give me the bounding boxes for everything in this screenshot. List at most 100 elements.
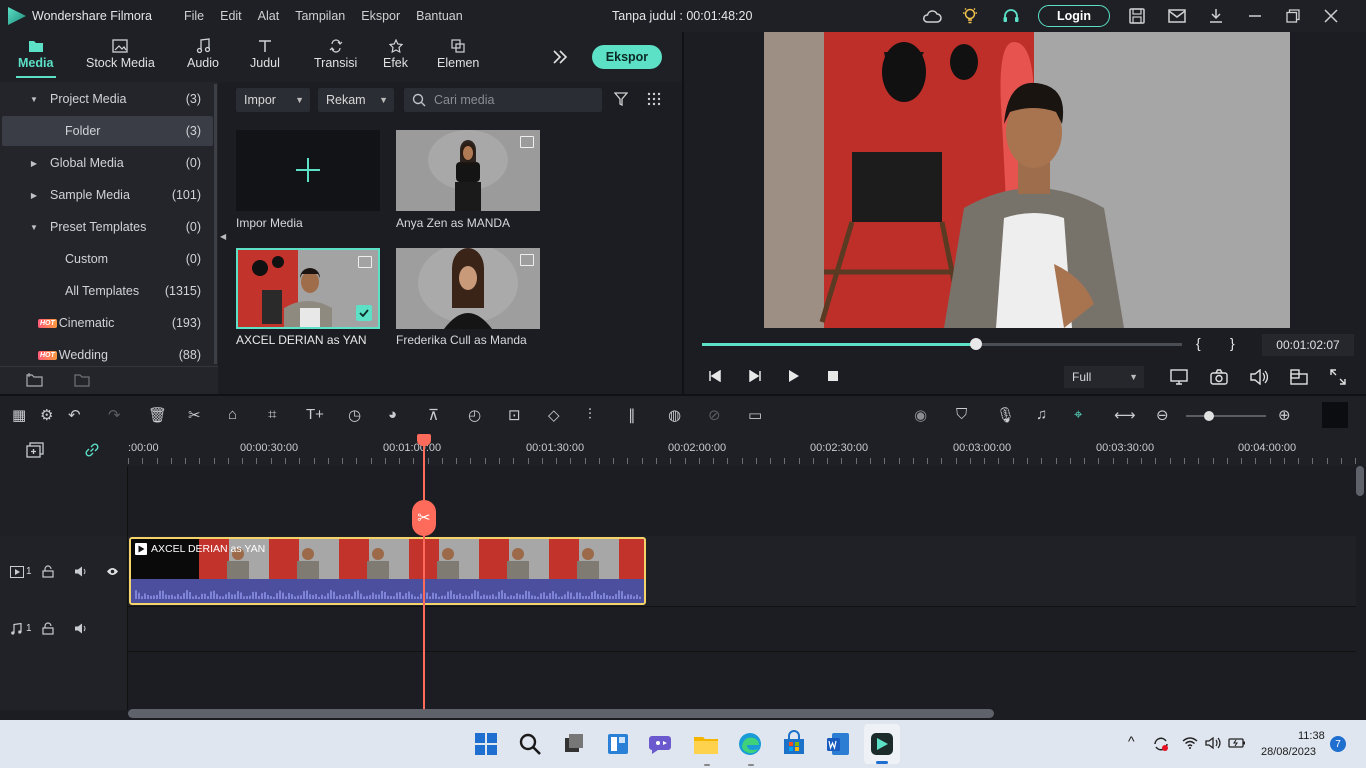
crop-icon[interactable]: ⌗: [268, 406, 276, 423]
tab-transisi[interactable]: Transisi: [314, 36, 357, 70]
tree-item-preset-templates[interactable]: ▼ Preset Templates (0): [2, 212, 213, 242]
redo-icon[interactable]: ↷: [108, 406, 121, 424]
clock-time[interactable]: 11:38: [1298, 730, 1325, 742]
folder-icon[interactable]: [74, 373, 90, 387]
filter-icon[interactable]: [614, 92, 628, 106]
cloud-icon[interactable]: [922, 9, 942, 23]
camera-icon[interactable]: [1210, 369, 1228, 385]
tab-audio[interactable]: Audio: [187, 36, 219, 70]
menu-tampilan[interactable]: Tampilan: [295, 9, 345, 23]
record-dropdown[interactable]: Rekam ▼: [318, 88, 394, 112]
menu-bantuan[interactable]: Bantuan: [416, 9, 463, 23]
tag-icon[interactable]: ⌂: [228, 406, 237, 423]
download-icon[interactable]: [1208, 8, 1224, 24]
lightbulb-icon[interactable]: [962, 7, 978, 25]
restore-icon[interactable]: [1286, 9, 1300, 23]
edge-browser-icon[interactable]: [736, 730, 764, 758]
more-tabs-icon[interactable]: [552, 50, 568, 64]
search-icon[interactable]: [516, 730, 544, 758]
chat-icon[interactable]: [648, 730, 676, 758]
widgets-icon[interactable]: [604, 730, 632, 758]
motion-track-icon[interactable]: ⊡: [508, 406, 521, 424]
timeline-ruler[interactable]: :00:00 00:00:30:00 00:01:00:00 00:01:30:…: [0, 434, 1366, 466]
save-icon[interactable]: [1128, 7, 1146, 25]
panel-toggle-icon[interactable]: [1320, 402, 1348, 428]
tree-item-folder[interactable]: Folder (3): [2, 116, 213, 146]
audio-wave-icon[interactable]: ∥: [628, 406, 636, 424]
audio-detect-icon[interactable]: ◍: [668, 406, 681, 424]
display-icon[interactable]: [1170, 369, 1188, 385]
stop-icon[interactable]: [828, 371, 838, 381]
clock-date[interactable]: 28/08/2023: [1261, 746, 1316, 758]
stabilize-icon[interactable]: ⊼: [428, 406, 439, 424]
media-item-anya[interactable]: [396, 130, 540, 211]
eye-icon[interactable]: [106, 567, 119, 576]
color-icon[interactable]: ◕: [388, 406, 397, 423]
undo-icon[interactable]: ↶: [68, 406, 81, 424]
word-icon[interactable]: [824, 730, 852, 758]
tree-scrollbar[interactable]: [214, 84, 217, 364]
speaker-icon[interactable]: [1205, 736, 1221, 750]
menu-edit[interactable]: Edit: [220, 9, 242, 23]
timeline-vertical-scrollbar[interactable]: [1356, 466, 1364, 496]
notification-badge[interactable]: 7: [1330, 736, 1346, 752]
tree-item-sample-media[interactable]: ▶ Sample Media (101): [2, 180, 213, 210]
scissors-icon[interactable]: ✂: [188, 406, 201, 424]
quality-dropdown[interactable]: Full ▼: [1064, 366, 1144, 388]
close-icon[interactable]: [1324, 9, 1338, 23]
shield-icon[interactable]: ⛉: [956, 406, 967, 423]
scrubber-handle[interactable]: [969, 338, 982, 350]
lock-icon[interactable]: [42, 622, 54, 635]
battery-icon[interactable]: [1228, 737, 1246, 749]
speaker-icon[interactable]: [74, 623, 87, 634]
tree-item-global-media[interactable]: ▶ Global Media (0): [2, 148, 213, 178]
video-clip[interactable]: AXCEL DERIAN as YAN: [129, 537, 646, 605]
menu-file[interactable]: File: [184, 9, 204, 23]
windows-start-icon[interactable]: [472, 730, 500, 758]
music-list-icon[interactable]: ♫: [1036, 406, 1047, 423]
microphone-icon[interactable]: 🎙: [996, 406, 1015, 424]
login-button[interactable]: Login: [1038, 5, 1111, 27]
collapse-panel-icon[interactable]: ◀: [220, 232, 226, 241]
render-icon[interactable]: ◉: [914, 406, 927, 424]
settings-icon[interactable]: ⚙: [40, 406, 53, 424]
fullscreen-icon[interactable]: [1330, 369, 1346, 385]
sync-icon[interactable]: [1152, 736, 1170, 752]
speech-to-text-icon[interactable]: ⊘: [708, 406, 721, 424]
zoom-slider-handle[interactable]: [1204, 411, 1214, 421]
menu-ekspor[interactable]: Ekspor: [361, 9, 400, 23]
tab-stock-media[interactable]: Stock Media: [86, 36, 155, 70]
media-item-axcel[interactable]: [236, 248, 380, 329]
keyframe-icon[interactable]: ◇: [548, 406, 560, 424]
split-scissors-icon[interactable]: ✂: [412, 500, 436, 536]
timeline-horizontal-scrollbar[interactable]: [128, 709, 994, 718]
link-icon[interactable]: [84, 442, 100, 458]
menu-alat[interactable]: Alat: [258, 9, 280, 23]
tree-item-cinematic[interactable]: HOT Cinematic (193): [2, 308, 213, 338]
layout-icon[interactable]: ▦: [12, 406, 26, 424]
adjust-icon[interactable]: ⫶: [588, 406, 592, 423]
timer-icon[interactable]: ◴: [468, 406, 481, 424]
snap-icon[interactable]: ⌖: [1074, 406, 1082, 423]
file-explorer-icon[interactable]: [692, 730, 720, 758]
mail-icon[interactable]: [1168, 9, 1186, 23]
fit-timeline-icon[interactable]: ⟷: [1114, 406, 1136, 424]
zoom-out-icon[interactable]: ⊖: [1156, 406, 1169, 424]
microsoft-store-icon[interactable]: [780, 730, 808, 758]
filmora-taskbar-button[interactable]: [864, 724, 900, 764]
text-icon[interactable]: T+: [306, 406, 324, 423]
play-icon[interactable]: [788, 369, 800, 383]
tab-efek[interactable]: Efek: [383, 36, 408, 70]
add-track-icon[interactable]: [26, 442, 44, 458]
speed-icon[interactable]: ◷: [348, 406, 361, 424]
tree-item-custom[interactable]: Custom (0): [2, 244, 213, 274]
zoom-in-icon[interactable]: ⊕: [1278, 406, 1291, 424]
playback-scrubber[interactable]: [702, 338, 1182, 350]
tree-item-project-media[interactable]: ▼ Project Media (3): [2, 84, 213, 114]
export-button[interactable]: Ekspor: [592, 45, 662, 69]
volume-icon[interactable]: [1250, 369, 1268, 385]
pip-icon[interactable]: [1290, 369, 1308, 385]
mark-out-button[interactable]: }: [1230, 335, 1235, 351]
wifi-icon[interactable]: [1182, 737, 1198, 749]
headset-icon[interactable]: [1002, 8, 1020, 24]
